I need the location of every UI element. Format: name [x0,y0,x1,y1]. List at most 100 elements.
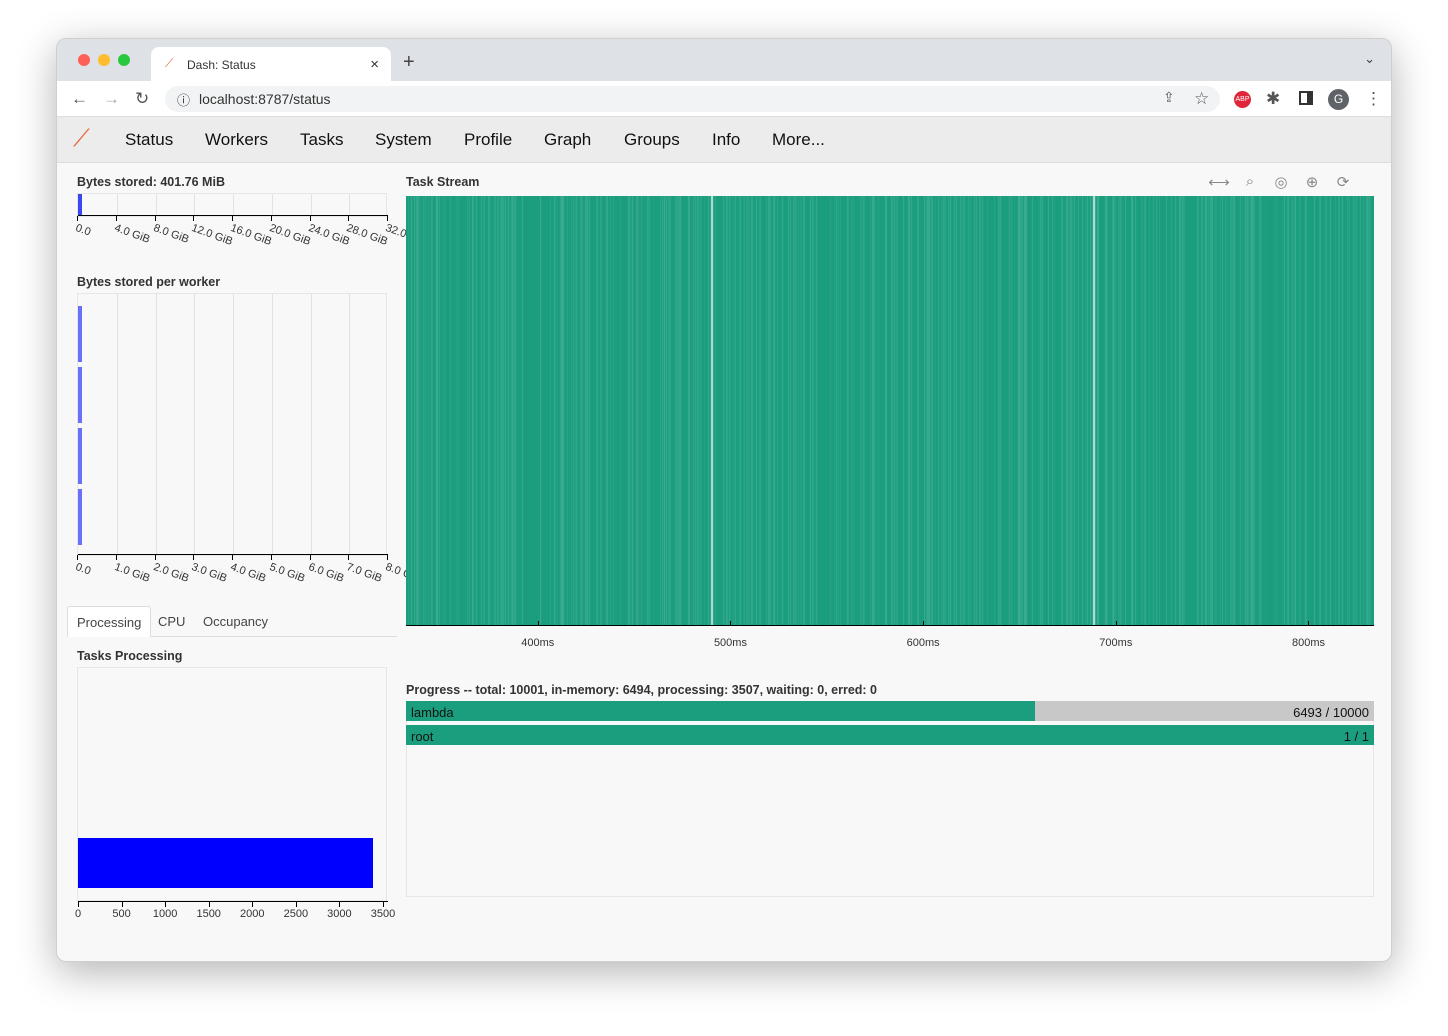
axis-tick [165,902,167,907]
axis-tick [270,216,272,221]
wheel-zoom-icon[interactable]: ◎ [1267,173,1295,191]
tasks-processing-bar [78,838,374,888]
nav-more[interactable]: More... [772,130,825,150]
progress-count: 6493 / 10000 [1293,705,1369,720]
x-axis-line [78,215,388,216]
bytes-stored-title: Bytes stored: 401.76 MiB [77,175,225,189]
refresh-icon[interactable]: ⟳ [1329,173,1357,191]
nav-info[interactable]: Info [712,130,740,150]
axis-tick [121,902,123,907]
progress-bar-root: root 1 / 1 [406,725,1374,745]
tick-label: 16.0 GiB [228,222,274,248]
browser-window: ⟋ Dash: Status × + ⌄ ← → ↻ ⓘ localhost:87… [56,38,1392,962]
axis-tick [115,216,117,221]
tick-label: 600ms [906,637,940,649]
x-axis-line [78,901,388,902]
tab-occupancy[interactable]: Occupancy [194,606,277,637]
minimize-window-button[interactable] [98,54,110,66]
nav-workers[interactable]: Workers [205,130,268,150]
progress-fill [406,701,1035,721]
dashboard-nav: ⟋ Status Workers Tasks System Profile Graph Gr… [57,117,1391,163]
tick-label: 1.0 GiB [112,561,152,585]
new-tab-icon[interactable]: + [403,51,415,74]
gridline [155,194,157,216]
tick-label: 0.0 [73,222,93,239]
tick-label: 3500 [370,908,396,920]
tick-label: 28.0 GiB [345,222,390,248]
tick-label: 500 [112,908,131,920]
reload-icon[interactable]: ↻ [135,89,149,109]
axis-tick [1115,621,1117,626]
tick-label: 4.0 GiB [112,222,152,246]
extensions-icon[interactable]: ✱ [1266,89,1280,109]
bytes-per-worker-title: Bytes stored per worker [77,275,221,289]
gridline [194,294,196,555]
axis-tick [387,555,388,560]
tab-list-chevron-icon[interactable]: ⌄ [1364,51,1375,67]
axis-tick [232,216,233,221]
tab-cpu[interactable]: CPU [149,606,194,637]
nav-graph[interactable]: Graph [544,130,591,150]
axis-tick [193,555,195,560]
tick-label: 2500 [283,908,309,920]
tick-label: 500ms [713,637,747,649]
browser-tab[interactable]: ⟋ Dash: Status × [151,47,391,81]
tick-label: 400ms [521,637,555,649]
tick-label: 5.0 GiB [267,561,307,585]
bookmark-star-icon[interactable]: ☆ [1194,89,1209,109]
tick-label: 3000 [327,908,352,920]
progress-bar-lambda: lambda 6493 / 10000 [406,701,1374,721]
gridline [310,194,312,216]
axis-tick [1308,621,1310,626]
axis-tick [252,902,254,907]
info-icon: ⓘ [177,93,191,108]
nav-status[interactable]: Status [125,130,173,150]
menu-icon[interactable]: ⋮ [1365,89,1382,109]
tab-processing[interactable]: Processing [67,606,152,637]
url-input[interactable]: ⓘ localhost:8787/status [165,86,1220,112]
tick-label: 0.0 [73,561,93,578]
maximize-window-button[interactable] [118,54,130,66]
share-icon[interactable]: ⇪ [1163,89,1175,106]
tick-label: 4.0 GiB [228,561,268,585]
close-window-button[interactable] [78,54,90,66]
nav-tasks[interactable]: Tasks [300,130,343,150]
axis-tick [537,621,539,626]
axis-tick [78,902,79,907]
back-icon[interactable]: ← [71,89,88,109]
axis-tick [309,555,311,560]
axis-tick [348,216,350,221]
address-bar: ← → ↻ ⓘ localhost:8787/status ⇪ ☆ ABP ✱ G… [57,81,1391,117]
forward-icon[interactable]: → [103,89,120,109]
gridline [233,294,234,555]
nav-groups[interactable]: Groups [624,130,680,150]
nav-system[interactable]: System [375,130,432,150]
worker-bytes-bar [78,306,82,362]
tick-label: 20.0 GiB [267,222,312,248]
tick-label: 1000 [152,908,178,920]
profile-avatar[interactable]: G [1328,89,1349,110]
bytes-stored-plot: 0.0 4.0 GiB 8.0 GiB 12.0 GiB 16.0 GiB 20.0 Gi… [74,193,428,248]
tick-label: 6.0 GiB [306,561,345,585]
axis-tick [193,216,195,221]
worker-bytes-bar [78,428,82,484]
gridline [271,194,273,216]
box-zoom-icon[interactable]: ⌕ [1236,173,1264,190]
progress-name: root [411,729,434,744]
progress-fill [406,725,1374,745]
task-stream-plot[interactable] [406,196,1374,626]
gridline [116,194,118,216]
gridline [233,194,234,216]
tick-label: 0 [74,908,82,920]
axis-tick [730,621,732,626]
close-tab-icon[interactable]: × [370,56,379,73]
nav-profile[interactable]: Profile [464,130,512,150]
dask-favicon-icon: ⟋ [165,56,174,70]
gridline [349,294,351,555]
progress-name: lambda [411,705,454,720]
sidebar-icon[interactable] [1299,91,1313,105]
x-axis-line [78,554,388,555]
url-text: localhost:8787/status [199,91,331,107]
adblock-icon[interactable]: ABP [1234,91,1251,108]
gridline [155,294,157,555]
